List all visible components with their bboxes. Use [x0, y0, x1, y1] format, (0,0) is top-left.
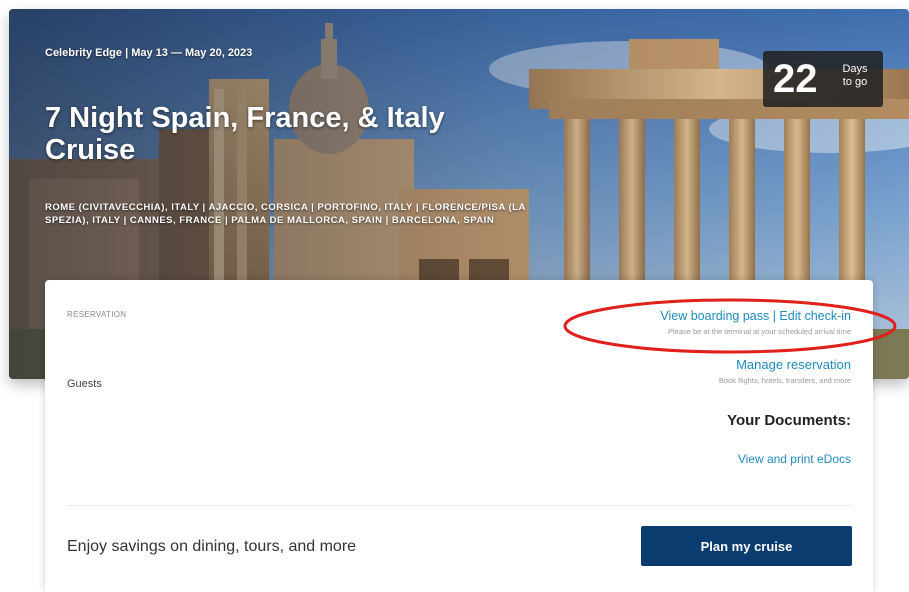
ship-and-dates: Celebrity Edge | May 13 — May 20, 2023	[45, 47, 253, 59]
plan-my-cruise-button[interactable]: Plan my cruise	[641, 526, 852, 566]
reservation-label: RESERVATION	[67, 310, 127, 319]
documents-title: Your Documents:	[727, 412, 851, 429]
page: Celebrity Edge | May 13 — May 20, 2023 7…	[0, 0, 909, 592]
guests-label: Guests	[67, 378, 102, 390]
boarding-pass-hint: Please be at the terminal at your schedu…	[667, 327, 851, 336]
countdown-unit: Days to go	[835, 63, 875, 89]
manage-reservation-link[interactable]: Manage reservation	[736, 357, 851, 372]
manage-reservation-hint: Book flights, hotels, transfers, and mor…	[718, 376, 851, 385]
days-countdown-badge: 22 Days to go	[763, 51, 883, 107]
countdown-unit-to-go: to go	[842, 76, 868, 88]
boarding-pass-block: View boarding pass | Edit check-in Pleas…	[660, 307, 851, 336]
view-boarding-pass-link[interactable]: View boarding pass | Edit check-in	[660, 309, 851, 323]
countdown-unit-days: Days	[842, 63, 868, 75]
reservation-card: RESERVATION Guests View boarding pass | …	[45, 280, 873, 592]
manage-reservation-block: Manage reservation Book flights, hotels,…	[719, 356, 851, 385]
countdown-number: 22	[773, 57, 818, 101]
savings-promo-text: Enjoy savings on dining, tours, and more	[67, 538, 357, 555]
cruise-title: 7 Night Spain, France, & Italy Cruise	[45, 102, 445, 166]
section-divider	[67, 505, 851, 506]
itinerary-ports: ROME (CIVITAVECCHIA), ITALY | AJACCIO, C…	[45, 202, 526, 226]
view-edocs-link[interactable]: View and print eDocs	[738, 452, 851, 466]
